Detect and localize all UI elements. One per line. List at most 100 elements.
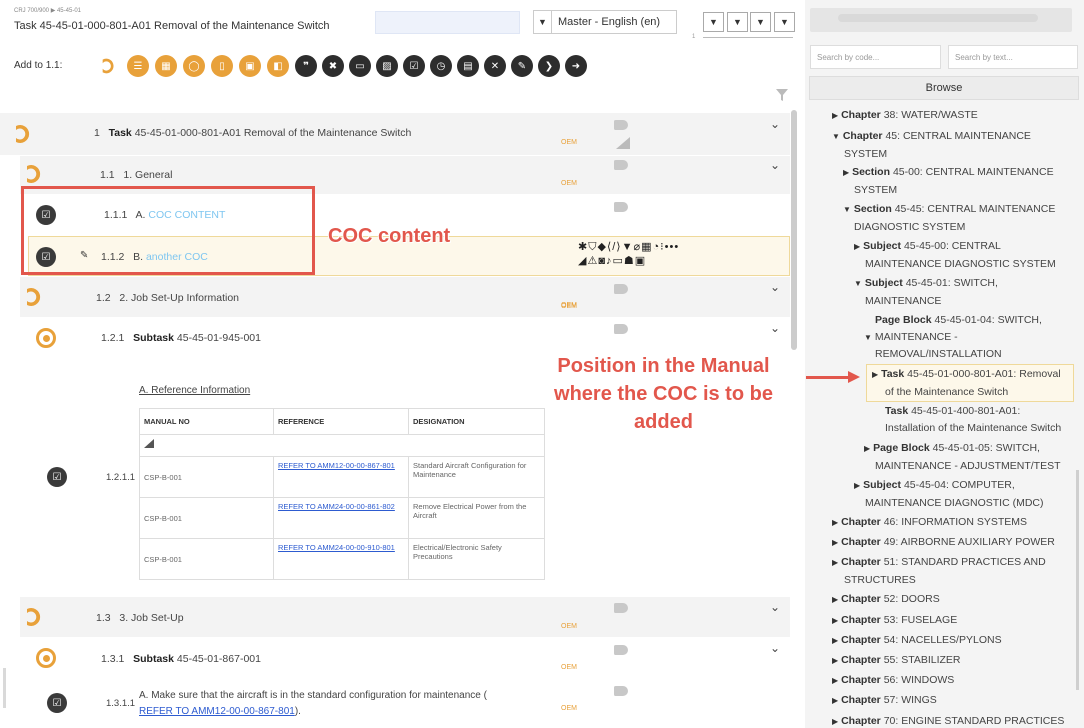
language-select[interactable]: ▼ Master - English (en) xyxy=(533,10,677,34)
breadcrumb[interactable]: CRJ 700/900 ▶ 45-45-01 xyxy=(14,7,81,14)
add-figure-icon[interactable]: ▯ xyxy=(211,55,233,77)
panel-scrollbar[interactable] xyxy=(1076,470,1079,690)
tree-item[interactable]: Page Block 45-45-01-04: SWITCH, ▼ MAINTEN… xyxy=(864,312,1042,363)
manual-cell: CSP-B-001 xyxy=(139,497,274,539)
language-value: Master - English (en) xyxy=(558,16,661,28)
tag-icon[interactable]: ◆ xyxy=(597,241,606,253)
add-warning-icon[interactable]: ◧ xyxy=(267,55,289,77)
tree-item[interactable]: ▶ Chapter 49: AIRBORNE AUXILIARY POWER xyxy=(832,534,1055,552)
tree-item[interactable]: ▶ Chapter 55: STABILIZER xyxy=(832,652,961,670)
timer-icon[interactable]: ◔ xyxy=(653,241,661,253)
reference-link[interactable]: REFER TO AMM24-00-00-910-801 xyxy=(273,538,409,580)
tree-item[interactable]: ▶ Chapter 46: INFORMATION SYSTEMS xyxy=(832,514,1027,532)
collapse-button-3[interactable]: ▼ xyxy=(750,12,771,32)
add-remove-icon[interactable]: ✖ xyxy=(322,55,344,77)
chevron-down-icon[interactable]: ⌄ xyxy=(770,117,780,131)
coc-content-annotation: COC content xyxy=(328,225,451,247)
expand-icon: ▶ xyxy=(854,481,861,490)
tree-item-selected-task[interactable]: ▶ Task 45-45-01-000-801-A01: Removal of t… xyxy=(872,366,1061,400)
tree-item[interactable]: ▶ Chapter 51: STANDARD PRACTICES AND STRU… xyxy=(832,554,1046,588)
chevron-down-icon: ▼ xyxy=(534,11,552,33)
vertical-scrollbar[interactable] xyxy=(791,110,797,350)
add-quote-icon[interactable]: ❞ xyxy=(295,55,317,77)
warning-icon[interactable]: ⚠ xyxy=(587,255,598,267)
comment-icon[interactable]: ▭ xyxy=(613,255,624,267)
chevron-down-icon[interactable]: ⌄ xyxy=(770,600,780,614)
grid-icon[interactable]: ▦ xyxy=(641,241,652,253)
add-clock-icon[interactable]: ◷ xyxy=(430,55,452,77)
add-image-icon[interactable]: ▨ xyxy=(376,55,398,77)
expand-icon: ▶ xyxy=(832,616,839,625)
tree-item[interactable]: ▶ Chapter 57: WINGS xyxy=(832,692,937,710)
row-number: 1.2.1.1 xyxy=(106,472,136,483)
add-checkbox-icon[interactable]: ☑ xyxy=(403,55,425,77)
collapse-button-1[interactable]: ▼ xyxy=(703,12,724,32)
add-field-icon[interactable]: ▭ xyxy=(349,55,371,77)
tree-item[interactable]: ▼ Subject 45-45-01: SWITCH, MAINTENANCE xyxy=(854,275,998,309)
search-by-text-input[interactable]: Search by text... xyxy=(948,45,1078,69)
add-crescent-icon[interactable] xyxy=(99,55,121,77)
row-text: 3. Job Set-Up xyxy=(119,612,184,624)
add-table-icon[interactable]: ▦ xyxy=(155,55,177,77)
filter-icon[interactable] xyxy=(776,89,788,101)
header-search-input[interactable] xyxy=(375,11,520,34)
expand-icon: ▶ xyxy=(832,111,839,120)
code-icon[interactable]: ⟨/⟩ xyxy=(607,241,622,253)
column-header: REFERENCE xyxy=(273,408,409,435)
left-scrollbar[interactable] xyxy=(3,668,6,708)
add-note-icon[interactable]: ▣ xyxy=(239,55,261,77)
tree-item[interactable]: ▶ Chapter 38: WATER/WASTE xyxy=(832,107,978,125)
filter-icon[interactable]: ▼ xyxy=(622,241,634,253)
tree-item[interactable]: ▶ Subject 45-45-00: CENTRAL MAINTENANCE D… xyxy=(854,238,1056,272)
browse-button[interactable]: Browse xyxy=(809,76,1079,100)
tree-item[interactable]: ▶ Chapter 70: ENGINE STANDARD PRACTICES xyxy=(832,713,1064,728)
more-icon[interactable]: ••• xyxy=(665,241,680,253)
attach-icon[interactable]: ⌀ xyxy=(633,241,641,253)
chevron-down-icon[interactable]: ⌄ xyxy=(770,321,780,335)
step-reference-link[interactable]: REFER TO AMM12-00-00-867-801 xyxy=(139,706,295,717)
search-by-code-input[interactable]: Search by code... xyxy=(810,45,941,69)
add-edit-icon[interactable]: ✎ xyxy=(511,55,533,77)
tree-item[interactable]: ▶ Chapter 53: FUSELAGE xyxy=(832,612,957,630)
manual-cell: CSP-B-001 xyxy=(139,538,274,580)
add-calculator-icon[interactable]: ▤ xyxy=(457,55,479,77)
tree-item[interactable]: Task 45-45-01-400-801-A01: Installation o… xyxy=(872,403,1061,436)
add-tools-icon[interactable]: ✕ xyxy=(484,55,506,77)
add-circle-icon[interactable]: ◯ xyxy=(183,55,205,77)
row-text: 45-45-01-867-001 xyxy=(176,653,261,665)
tree-item[interactable]: ▶ Chapter 56: WINDOWS xyxy=(832,672,954,690)
reference-title[interactable]: A. Reference Information xyxy=(139,385,250,396)
add-arrow-icon[interactable]: ➜ xyxy=(565,55,587,77)
camera-icon[interactable]: ◙ xyxy=(598,255,606,267)
chevron-down-icon[interactable]: ⌄ xyxy=(770,280,780,294)
tree-item[interactable]: ▶ Section 45-00: CENTRAL MAINTENANCE SYST… xyxy=(843,164,1054,198)
add-forward-icon[interactable]: ❯ xyxy=(538,55,560,77)
reference-link[interactable]: REFER TO AMM24-00-00-861-802 xyxy=(273,497,409,539)
collapse-button-2[interactable]: ▼ xyxy=(727,12,748,32)
row-type: Subtask xyxy=(133,332,174,344)
expand-icon: ▶ xyxy=(832,518,839,527)
tree-item[interactable]: ▶ Page Block 45-45-01-05: SWITCH, MAINTEN… xyxy=(864,440,1061,474)
row-text: 45-45-01-945-001 xyxy=(176,332,261,344)
asterisk-icon[interactable]: ✱ xyxy=(578,241,588,253)
users-icon[interactable]: ☗ xyxy=(624,255,635,267)
card-icon[interactable]: ▣ xyxy=(635,255,646,267)
shade-cell xyxy=(139,434,545,457)
row-number: 1.3.1 xyxy=(101,653,125,665)
collapse-button-4[interactable]: ▼ xyxy=(774,12,795,32)
add-list-icon[interactable]: ☰ xyxy=(127,55,149,77)
tree-item[interactable]: ▼ Section 45-45: CENTRAL MAINTENANCE DIAG… xyxy=(843,201,1055,235)
tree-item[interactable]: ▶ Subject 45-45-04: COMPUTER, MAINTENANCE… xyxy=(854,477,1044,511)
coc-highlight-box xyxy=(21,186,315,275)
oem-badge: OEM xyxy=(561,705,577,712)
page-indicator: 1 xyxy=(692,34,696,40)
tree-item[interactable]: ▶ Chapter 54: NACELLES/PYLONS xyxy=(832,632,1002,650)
chevron-down-icon[interactable]: ⌄ xyxy=(770,641,780,655)
reference-link[interactable]: REFER TO AMM12-00-00-867-801 xyxy=(273,456,409,498)
tree-item[interactable]: ▶ Chapter 52: DOORS xyxy=(832,591,940,609)
designation-cell: Remove Electrical Power from the Aircraf… xyxy=(408,497,545,539)
chevron-down-icon[interactable]: ⌄ xyxy=(770,158,780,172)
reference-table: MANUAL NO REFERENCE DESIGNATION CSP-B-00… xyxy=(139,408,545,580)
row-number: 1.1 xyxy=(100,169,115,181)
tree-item[interactable]: ▼ Chapter 45: CENTRAL MAINTENANCE SYSTEM xyxy=(832,128,1031,162)
